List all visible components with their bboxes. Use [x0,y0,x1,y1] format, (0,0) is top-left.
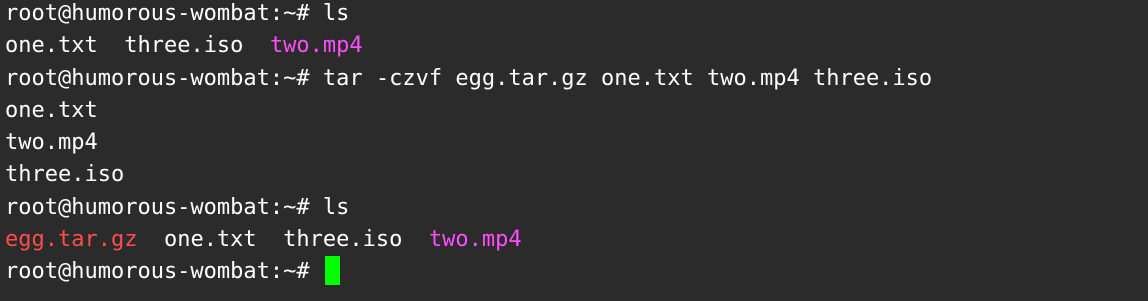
command-text: ls [322,194,350,220]
shell-prompt: root@humorous-wombat:~# [5,1,323,26]
terminal-line: two.mp4 [5,127,1143,159]
text-cursor [324,255,340,285]
output-text: two.mp4 [5,130,98,156]
file-name-media: two.mp4 [428,227,522,253]
terminal-line: one.txt three.iso two.mp4 [5,30,1143,62]
terminal-line: root@humorous-wombat:~# ls [5,0,1143,30]
command-text: tar -czvf egg.tar.gz one.txt two.mp4 thr… [322,65,933,91]
file-name-archive: egg.tar.gz [5,227,138,253]
terminal-line: root@humorous-wombat:~# ls [5,192,1143,224]
shell-prompt: root@humorous-wombat:~# [5,194,323,220]
file-name-media: two.mp4 [269,33,363,59]
file-name: three.iso [283,227,403,253]
file-name: one.txt [5,33,98,59]
shell-prompt: root@humorous-wombat:~# [5,65,323,91]
terminal-window[interactable]: root@humorous-wombat:~# ls one.txt three… [0,0,1148,301]
terminal-line: three.iso [5,159,1143,191]
terminal-line: root@humorous-wombat:~# tar -czvf egg.ta… [5,63,1143,95]
output-text: three.iso [5,162,125,188]
file-name: three.iso [124,33,244,59]
terminal-line: one.txt [5,95,1143,127]
command-text: ls [322,1,350,26]
shell-prompt: root@humorous-wombat:~# [5,259,323,285]
terminal-line[interactable]: root@humorous-wombat:~# [5,255,1143,288]
output-text: one.txt [5,97,98,123]
terminal-line: egg.tar.gz one.txt three.iso two.mp4 [5,224,1143,256]
file-name: one.txt [163,227,257,253]
